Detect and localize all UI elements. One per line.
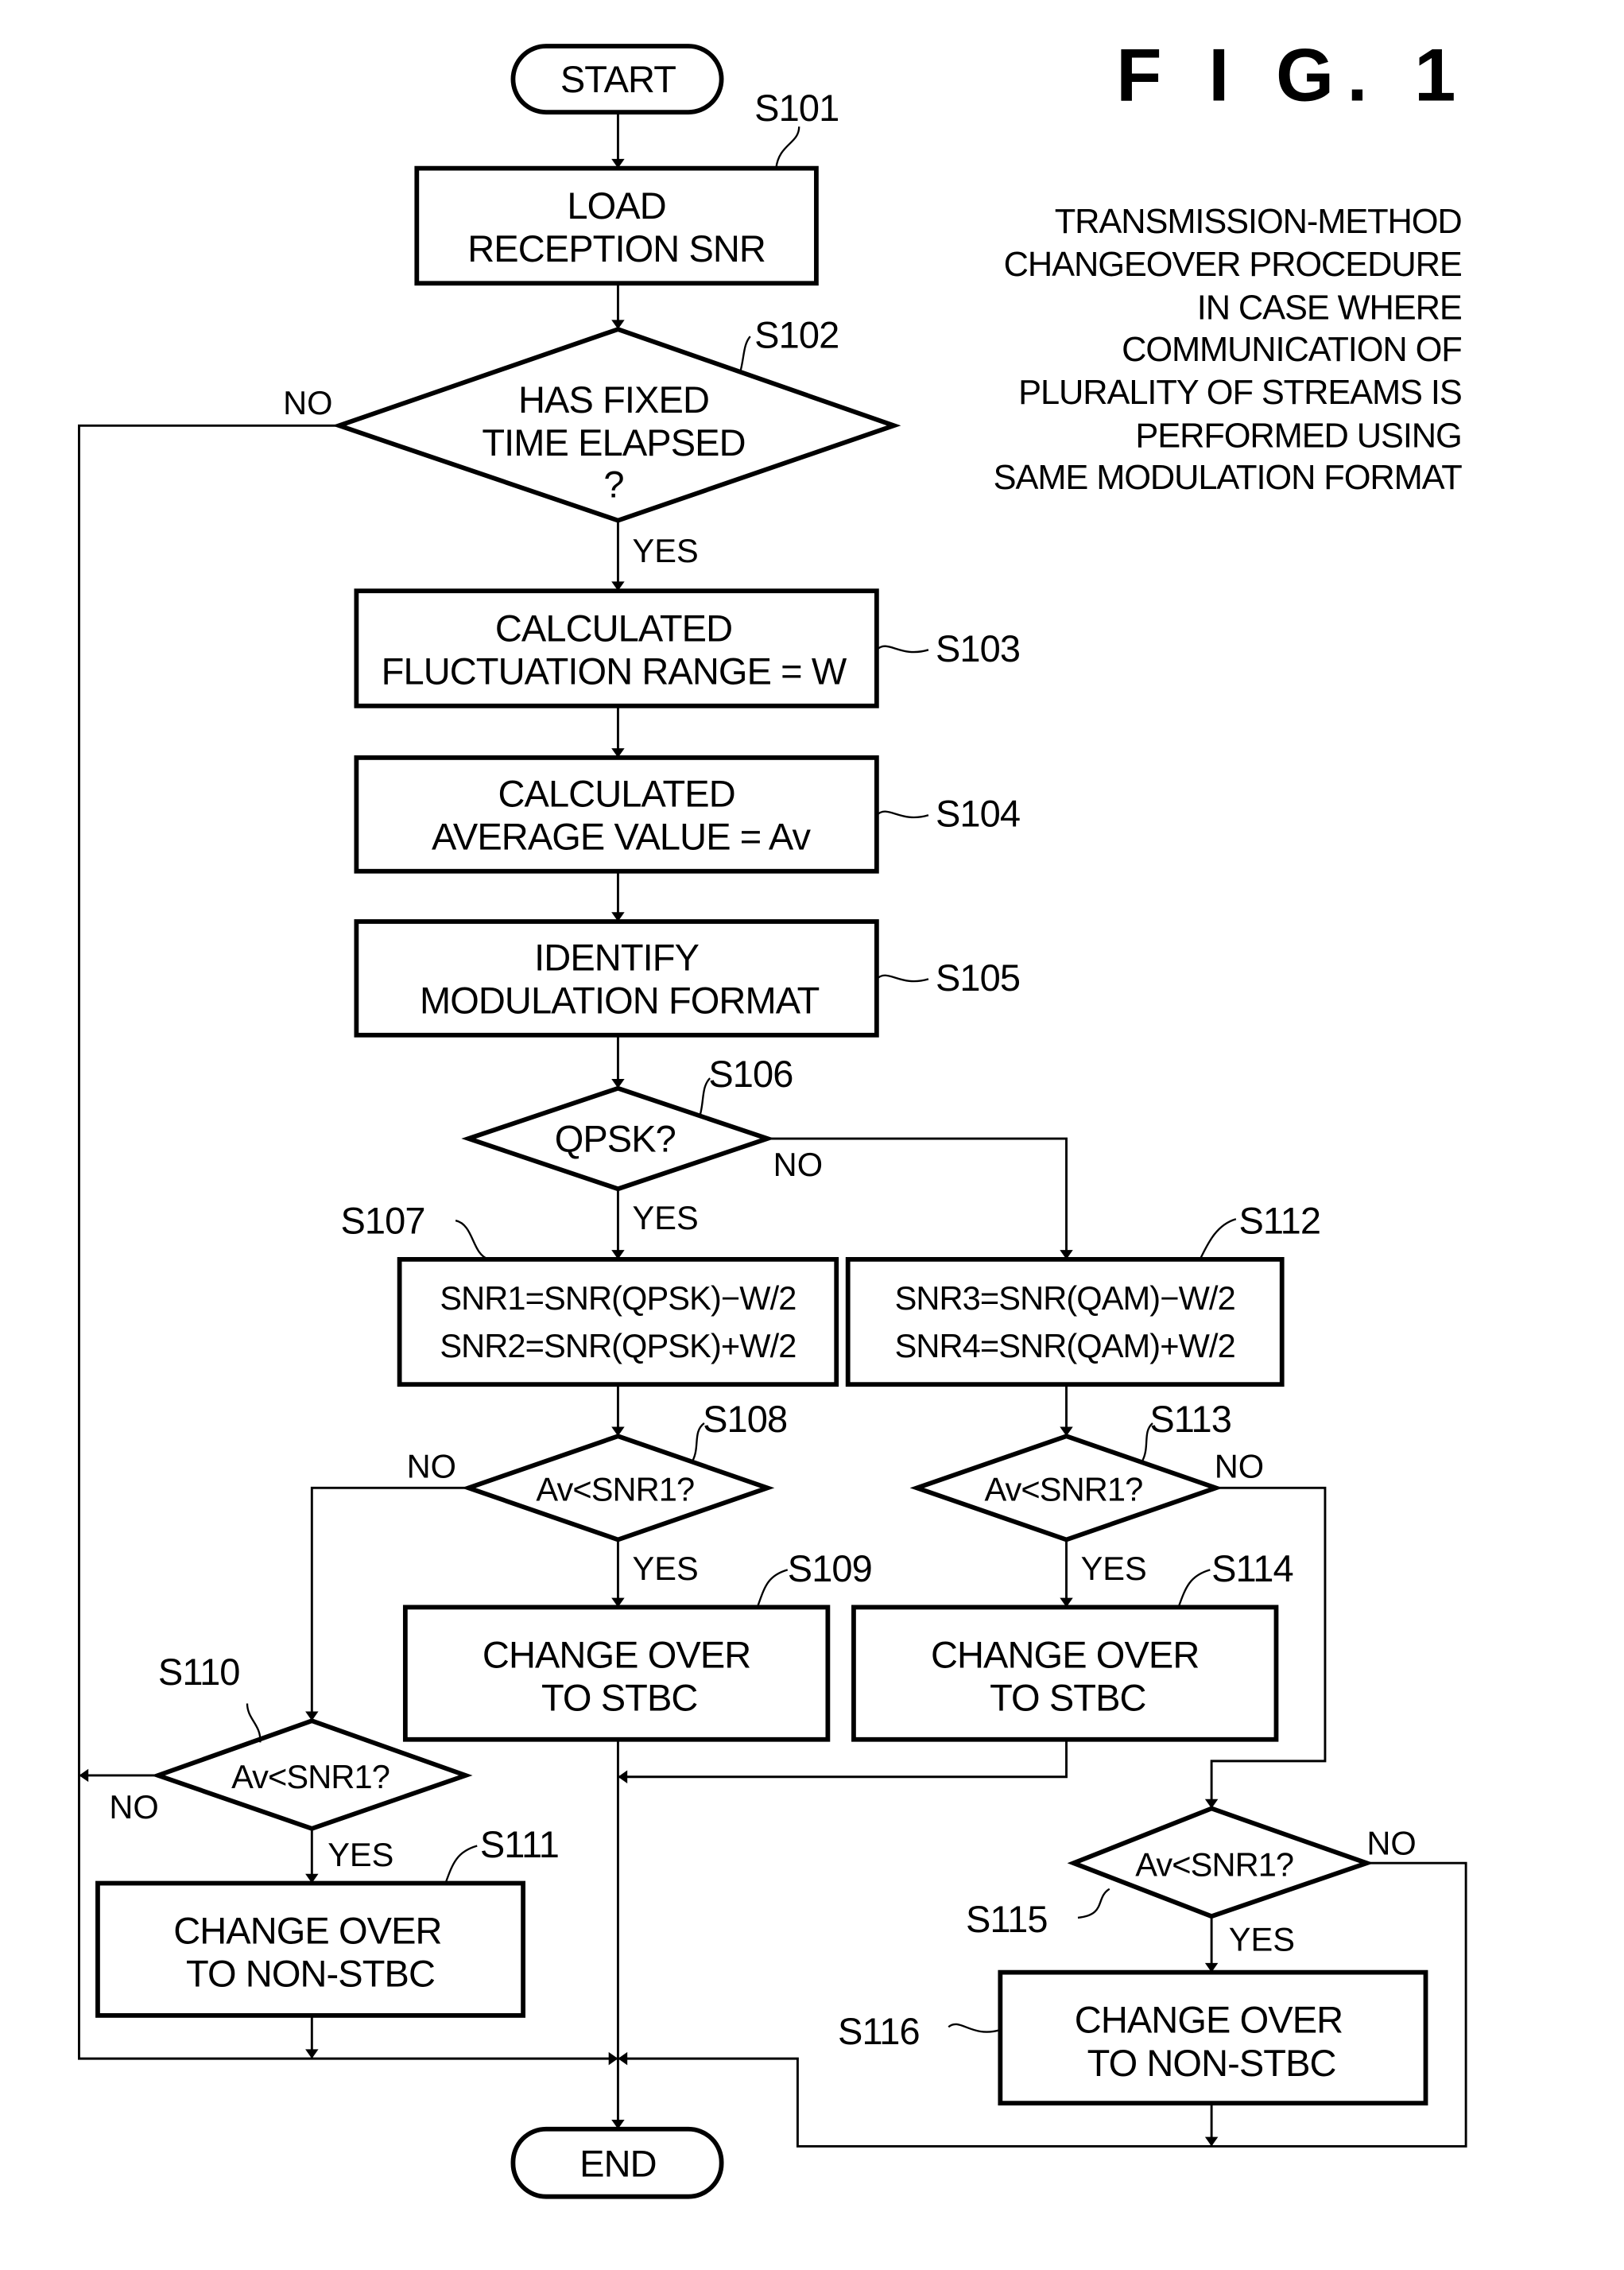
step-id: S116 xyxy=(838,2010,920,2052)
step-s106: QPSK? S106 NO YES xyxy=(461,1053,823,1236)
step-text: FLUCTUATION RANGE = W xyxy=(382,650,847,693)
step-s116: CHANGE OVER TO NON-STBC S116 xyxy=(838,1969,1428,2106)
step-text: TO STBC xyxy=(541,1677,698,1719)
step-text: CHANGE OVER xyxy=(483,1633,750,1675)
step-text: MODULATION FORMAT xyxy=(420,980,820,1022)
step-id: S104 xyxy=(936,793,1020,835)
step-s101: LOAD RECEPTION SNR S101 xyxy=(414,87,839,286)
step-text: CHANGE OVER xyxy=(173,1909,441,1951)
step-text: TO NON-STBC xyxy=(186,1953,435,1995)
flowchart: F I G. 1 TRANSMISSION-METHOD CHANGEOVER … xyxy=(77,33,1469,2199)
description-line: SAME MODULATION FORMAT xyxy=(994,459,1463,497)
step-text: HAS FIXED xyxy=(518,378,709,421)
step-id: S111 xyxy=(480,1823,559,1865)
start-terminal: START xyxy=(510,44,724,115)
step-id: S112 xyxy=(1238,1199,1320,1241)
step-text: Av<SNR1? xyxy=(231,1758,390,1795)
step-id: S110 xyxy=(158,1651,240,1693)
yes-label: YES xyxy=(633,532,699,569)
yes-label: YES xyxy=(633,1199,699,1236)
no-label: NO xyxy=(407,1448,456,1485)
step-text: LOAD xyxy=(567,184,665,227)
no-label: NO xyxy=(1215,1448,1264,1485)
yes-label: YES xyxy=(1081,1550,1147,1587)
step-text: CALCULATED xyxy=(498,772,734,814)
step-text: TIME ELAPSED xyxy=(482,421,745,464)
description-line: CHANGEOVER PROCEDURE xyxy=(1004,246,1462,284)
description-line: IN CASE WHERE xyxy=(1197,289,1462,327)
step-text: CHANGE OVER xyxy=(931,1633,1199,1675)
arrow-s114-merge xyxy=(618,1739,1068,1783)
step-text: Av<SNR1? xyxy=(984,1471,1142,1508)
step-s107: SNR1=SNR(QPSK)−W/2 SNR2=SNR(QPSK)+W/2 S1… xyxy=(340,1199,839,1387)
step-text: RECEPTION SNR xyxy=(467,227,765,270)
step-s104: CALCULATED AVERAGE VALUE = Av S104 xyxy=(354,755,1021,874)
step-s108: Av<SNR1? S108 NO YES xyxy=(407,1398,789,1587)
step-id: S114 xyxy=(1211,1547,1293,1589)
step-text: TO STBC xyxy=(990,1677,1146,1719)
figure-title: F I G. 1 xyxy=(1116,33,1469,117)
yes-label: YES xyxy=(1229,1921,1295,1958)
description-line: TRANSMISSION-METHOD xyxy=(1055,203,1462,241)
end-label: END xyxy=(579,2142,657,2184)
step-id: S105 xyxy=(936,957,1020,999)
step-text: CALCULATED xyxy=(495,607,732,649)
step-text: Av<SNR1? xyxy=(536,1471,694,1508)
step-s112: SNR3=SNR(QAM)−W/2 SNR4=SNR(QAM)+W/2 S112 xyxy=(845,1199,1321,1387)
no-label: NO xyxy=(109,1788,158,1826)
step-id: S108 xyxy=(703,1398,787,1440)
step-text: SNR3=SNR(QAM)−W/2 xyxy=(895,1279,1235,1317)
step-text: Av<SNR1? xyxy=(1135,1846,1293,1884)
step-id: S115 xyxy=(966,1898,1048,1940)
step-s105: IDENTIFY MODULATION FORMAT S105 xyxy=(354,919,1021,1038)
step-text: SNR2=SNR(QPSK)+W/2 xyxy=(440,1327,796,1364)
step-s115: Av<SNR1? S115 NO YES xyxy=(966,1806,1417,1958)
step-text: CHANGE OVER xyxy=(1075,1999,1343,2041)
step-id: S102 xyxy=(754,314,839,356)
start-label: START xyxy=(560,58,676,100)
step-id: S107 xyxy=(340,1199,424,1241)
step-text: SNR4=SNR(QAM)+W/2 xyxy=(895,1327,1235,1364)
description-line: COMMUNICATION OF xyxy=(1122,331,1462,369)
step-text: IDENTIFY xyxy=(534,936,699,978)
step-text: SNR1=SNR(QPSK)−W/2 xyxy=(440,1279,796,1317)
description-line: PLURALITY OF STREAMS IS xyxy=(1018,374,1462,412)
yes-label: YES xyxy=(633,1550,699,1587)
step-s114: CHANGE OVER TO STBC S114 xyxy=(851,1547,1294,1742)
figure-description: TRANSMISSION-METHOD CHANGEOVER PROCEDURE… xyxy=(994,203,1463,497)
step-id: S103 xyxy=(936,627,1020,669)
no-label: NO xyxy=(773,1146,823,1183)
no-label: NO xyxy=(1366,1824,1416,1861)
step-s103: CALCULATED FLUCTUATION RANGE = W S103 xyxy=(354,588,1021,708)
step-id: S113 xyxy=(1149,1398,1231,1440)
step-text: TO NON-STBC xyxy=(1087,2042,1336,2084)
description-line: PERFORMED USING xyxy=(1135,417,1461,455)
step-id: S101 xyxy=(754,87,839,129)
step-text: ? xyxy=(603,464,623,506)
end-terminal: END xyxy=(510,2126,724,2199)
step-id: S106 xyxy=(708,1053,793,1095)
no-label: NO xyxy=(283,384,332,421)
step-text: QPSK? xyxy=(555,1117,676,1159)
yes-label: YES xyxy=(328,1836,393,1873)
step-id: S109 xyxy=(788,1547,872,1589)
step-text: AVERAGE VALUE = Av xyxy=(432,816,812,858)
step-s102: HAS FIXED TIME ELAPSED ? S102 NO YES xyxy=(283,314,901,569)
